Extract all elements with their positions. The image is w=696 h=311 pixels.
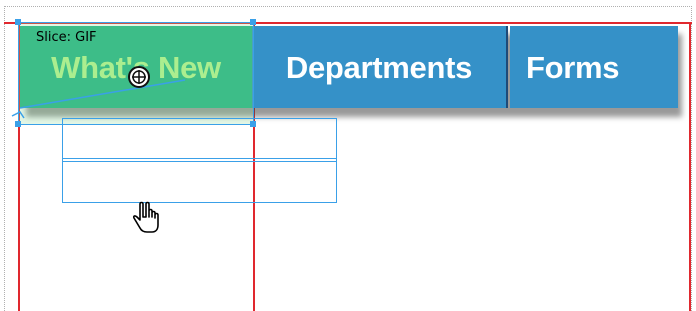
crosshair-move-icon <box>128 66 150 88</box>
behavior-link-line <box>19 79 186 109</box>
popup-menu-divider-2 <box>62 161 337 162</box>
popup-menu-divider-1 <box>62 158 337 159</box>
hand-pointer-icon <box>132 201 159 233</box>
behavior-link-anchor <box>11 111 25 119</box>
